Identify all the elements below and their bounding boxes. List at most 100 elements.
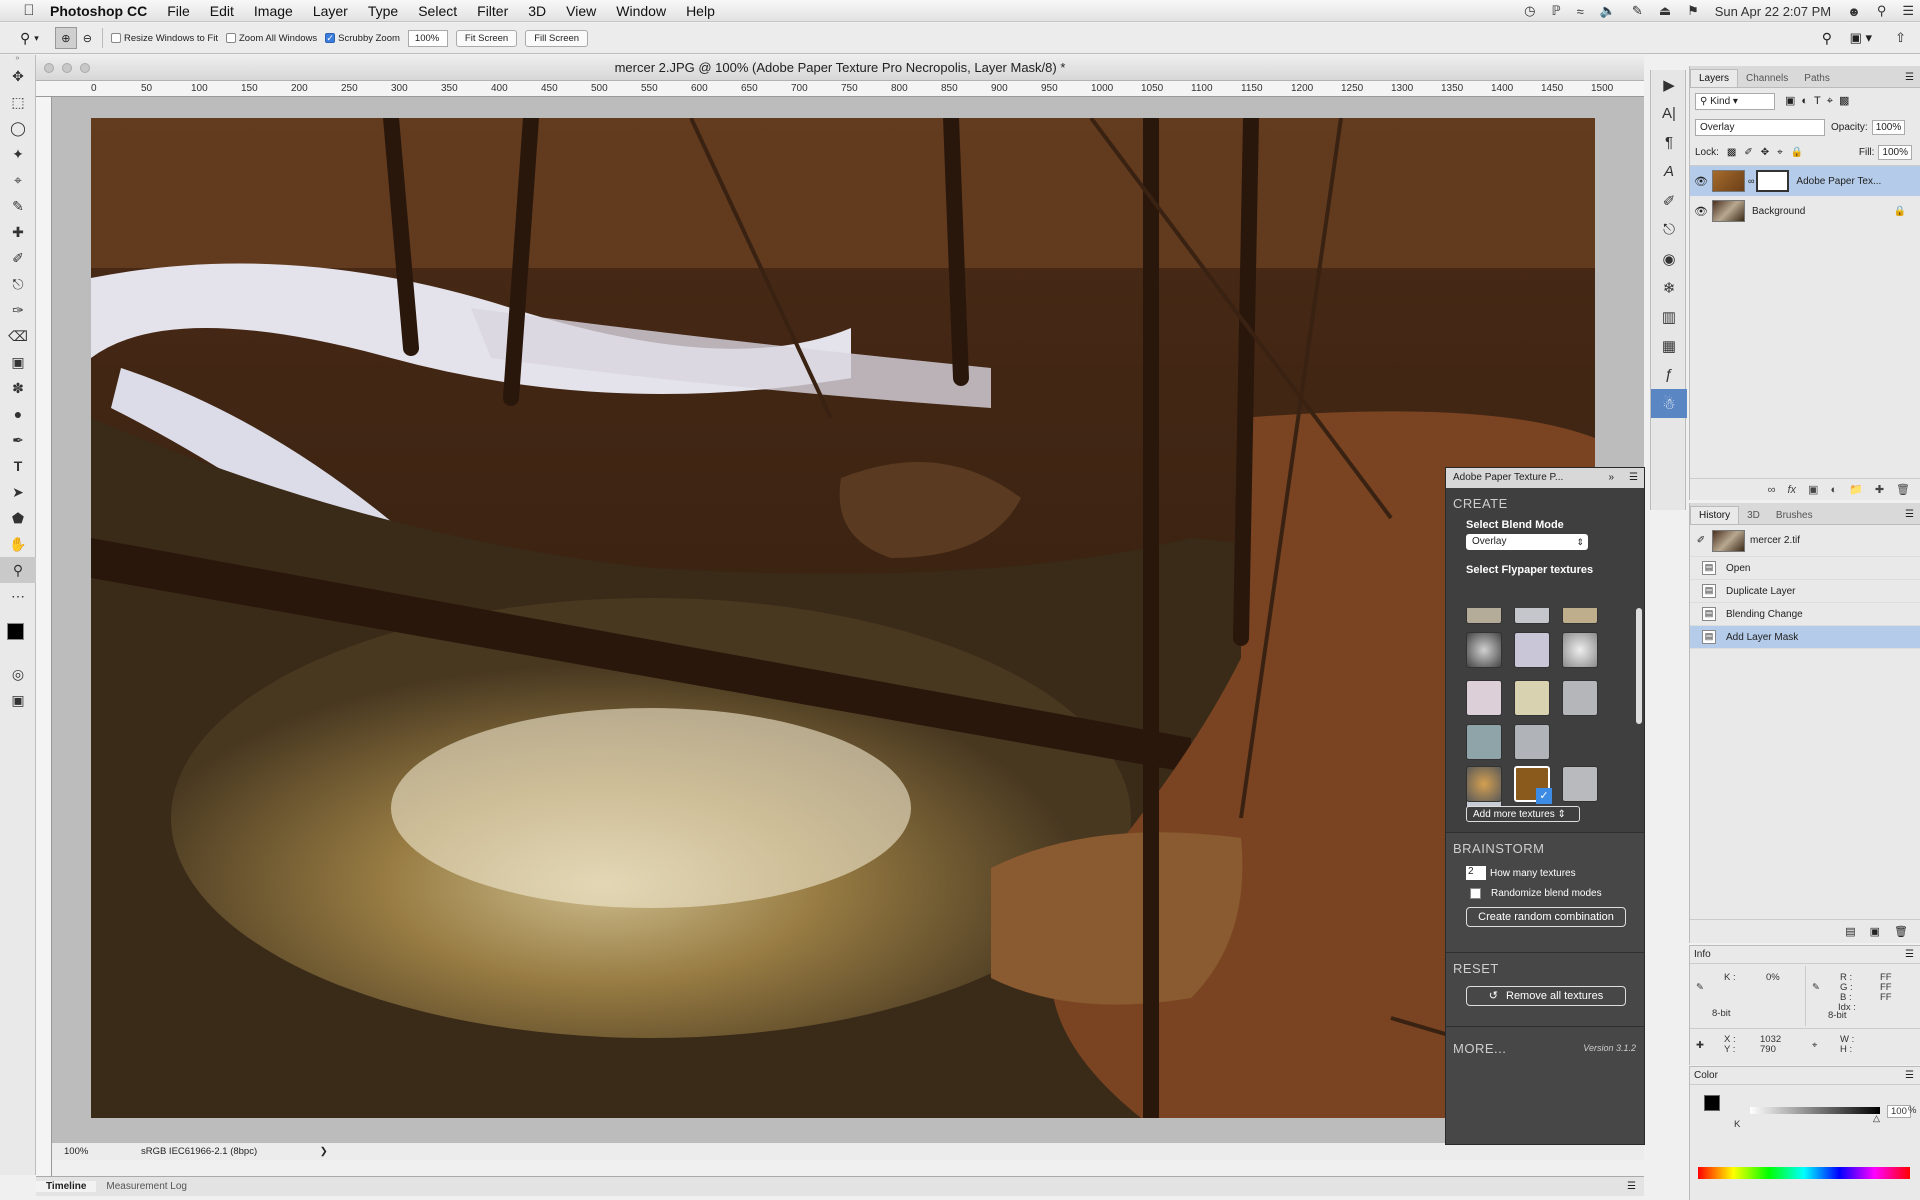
- layer-row-texture[interactable]: 👁 ∞ Adobe Paper Tex...: [1690, 166, 1920, 196]
- hand-tool-icon[interactable]: ✋: [0, 531, 36, 557]
- foreground-color[interactable]: [7, 623, 24, 640]
- volume-icon[interactable]: 🔈: [1600, 3, 1616, 19]
- menu-window[interactable]: Window: [606, 0, 676, 22]
- move-tool-icon[interactable]: ✥: [0, 63, 36, 89]
- trash-icon[interactable]: 🗑: [1896, 483, 1910, 496]
- panel-menu-icon[interactable]: ☰: [1899, 68, 1920, 87]
- layer-mask-thumbnail[interactable]: [1756, 170, 1790, 192]
- tab-layers[interactable]: Layers: [1690, 69, 1739, 87]
- spotlight-icon[interactable]: ⚲: [1877, 3, 1887, 19]
- history-snapshot[interactable]: ✐ mercer 2.tif: [1690, 525, 1920, 557]
- eraser-tool-icon[interactable]: ⌫: [0, 323, 36, 349]
- pen-icon[interactable]: ✎: [1632, 3, 1643, 19]
- brush-settings-icon[interactable]: ✐: [1651, 186, 1687, 215]
- zoom-window-icon[interactable]: [80, 63, 90, 73]
- link-layers-icon[interactable]: ∞: [1768, 484, 1776, 496]
- scrubby-zoom-checkbox[interactable]: ✓ Scrubby Zoom: [325, 33, 400, 44]
- history-step[interactable]: ▤ Blending Change: [1690, 603, 1920, 626]
- type-tool-icon[interactable]: T: [0, 453, 36, 479]
- play-icon[interactable]: ▶: [1651, 70, 1687, 99]
- menu-select[interactable]: Select: [408, 0, 467, 22]
- dodge-tool-icon[interactable]: ●: [0, 401, 36, 427]
- share-icon[interactable]: ⇧: [1895, 30, 1906, 46]
- zoom-out-icon[interactable]: ⊖: [83, 32, 92, 45]
- photo-canvas[interactable]: [91, 118, 1595, 1118]
- layer-name[interactable]: Background: [1752, 206, 1805, 217]
- collapse-icon[interactable]: »: [1608, 468, 1614, 488]
- zoom-tool-active-icon[interactable]: ⚲: [0, 557, 36, 583]
- more-tools-icon[interactable]: ⋯: [0, 583, 36, 609]
- zoom-all-checkbox[interactable]: Zoom All Windows: [226, 33, 317, 44]
- eject-icon[interactable]: ⏏: [1659, 3, 1671, 19]
- texture-thumb[interactable]: [1466, 680, 1502, 716]
- apple-icon[interactable]: : [18, 2, 40, 19]
- tab-brushes[interactable]: Brushes: [1768, 507, 1821, 524]
- texture-thumb[interactable]: [1514, 632, 1550, 668]
- panel-menu-icon[interactable]: ☰: [1905, 1070, 1914, 1081]
- texture-thumb[interactable]: [1514, 724, 1550, 760]
- fill-field[interactable]: 100%: [1878, 145, 1912, 160]
- lock-icons[interactable]: ▩✐✥⌖🔒: [1727, 147, 1811, 158]
- color-title[interactable]: Color: [1694, 1070, 1718, 1081]
- history-step[interactable]: ▤ Open: [1690, 557, 1920, 580]
- zoom-in-icon[interactable]: ⊕: [54, 27, 77, 49]
- menu-help[interactable]: Help: [676, 0, 725, 22]
- menu-file[interactable]: File: [157, 0, 200, 22]
- texture-thumb[interactable]: [1466, 632, 1502, 668]
- zoom-value-field[interactable]: 100%: [407, 29, 448, 47]
- tab-timeline[interactable]: Timeline: [36, 1181, 97, 1192]
- texture-thumb[interactable]: [1562, 766, 1598, 802]
- resize-windows-checkbox[interactable]: Resize Windows to Fit: [111, 33, 218, 44]
- menu-edit[interactable]: Edit: [200, 0, 244, 22]
- tab-3d[interactable]: 3D: [1739, 507, 1768, 524]
- lasso-tool-icon[interactable]: ◯: [0, 115, 36, 141]
- texture-thumb[interactable]: [1466, 724, 1502, 760]
- navigator-icon[interactable]: ▦: [1651, 331, 1687, 360]
- blur-tool-icon[interactable]: ✽: [0, 375, 36, 401]
- crop-tool-icon[interactable]: ⌖: [0, 167, 36, 193]
- horizontal-ruler[interactable]: 0 50 100 150 200 250 300 350 400 450 500 550 600 650 7…: [36, 81, 1644, 97]
- vertical-ruler[interactable]: [36, 97, 52, 1192]
- texture-thumb[interactable]: [1466, 766, 1502, 802]
- menu-image[interactable]: Image: [244, 0, 303, 22]
- group-icon[interactable]: 📁: [1849, 483, 1863, 496]
- texture-thumb[interactable]: [1562, 632, 1598, 668]
- texture-thumb[interactable]: [1514, 680, 1550, 716]
- wifi-icon[interactable]: ≈: [1577, 4, 1584, 19]
- tab-measurement-log[interactable]: Measurement Log: [96, 1181, 197, 1192]
- k-slider-handle-icon[interactable]: △: [1873, 1113, 1880, 1124]
- menu-app-name[interactable]: Photoshop CC: [40, 0, 157, 22]
- fill-screen-button[interactable]: Fill Screen: [525, 29, 589, 47]
- k-slider[interactable]: [1750, 1107, 1880, 1114]
- menu-type[interactable]: Type: [358, 0, 408, 22]
- texture-thumb[interactable]: [1514, 608, 1550, 624]
- gradient-tool-icon[interactable]: ▣: [0, 349, 36, 375]
- history-step[interactable]: ▤ Add Layer Mask: [1690, 626, 1920, 649]
- quick-mask-icon[interactable]: ◎: [0, 661, 36, 687]
- plugin-panel-icon[interactable]: ☃: [1651, 389, 1687, 418]
- clone-source-icon[interactable]: ⎋: [1651, 215, 1687, 244]
- how-many-field[interactable]: 2: [1466, 866, 1486, 880]
- fit-screen-button[interactable]: Fit Screen: [455, 29, 518, 47]
- menu-3d[interactable]: 3D: [518, 0, 556, 22]
- history-brush-tool-icon[interactable]: ✑: [0, 297, 36, 323]
- randomize-checkbox[interactable]: [1470, 888, 1481, 899]
- zoom-tool-icon[interactable]: ⚲: [20, 30, 30, 47]
- remove-all-textures-button[interactable]: ↺ Remove all textures: [1466, 986, 1626, 1006]
- search-icon[interactable]: ⚲: [1822, 30, 1832, 47]
- notification-icon[interactable]: ☰: [1902, 3, 1914, 19]
- healing-tool-icon[interactable]: ✚: [0, 219, 36, 245]
- chevron-down-icon[interactable]: ▾: [34, 33, 39, 44]
- blend-mode-select[interactable]: Overlay ⇕: [1466, 534, 1588, 550]
- blend-mode-select[interactable]: Overlay: [1695, 118, 1825, 136]
- status-arrow-icon[interactable]: ❯: [320, 1146, 328, 1157]
- panel-collapse-icon[interactable]: »: [0, 55, 35, 63]
- stamp-tool-icon[interactable]: ⎋: [0, 271, 36, 297]
- panel-menu-icon[interactable]: ☰: [1905, 949, 1914, 960]
- brush-tool-icon[interactable]: ✐: [0, 245, 36, 271]
- layer-name[interactable]: Adobe Paper Tex...: [1796, 176, 1881, 187]
- filter-icons[interactable]: ▣◐T⌖▩: [1785, 94, 1855, 108]
- tab-channels[interactable]: Channels: [1738, 70, 1796, 87]
- clock[interactable]: Sun Apr 22 2:07 PM: [1715, 4, 1831, 19]
- texture-thumb-selected[interactable]: ✓: [1514, 766, 1552, 804]
